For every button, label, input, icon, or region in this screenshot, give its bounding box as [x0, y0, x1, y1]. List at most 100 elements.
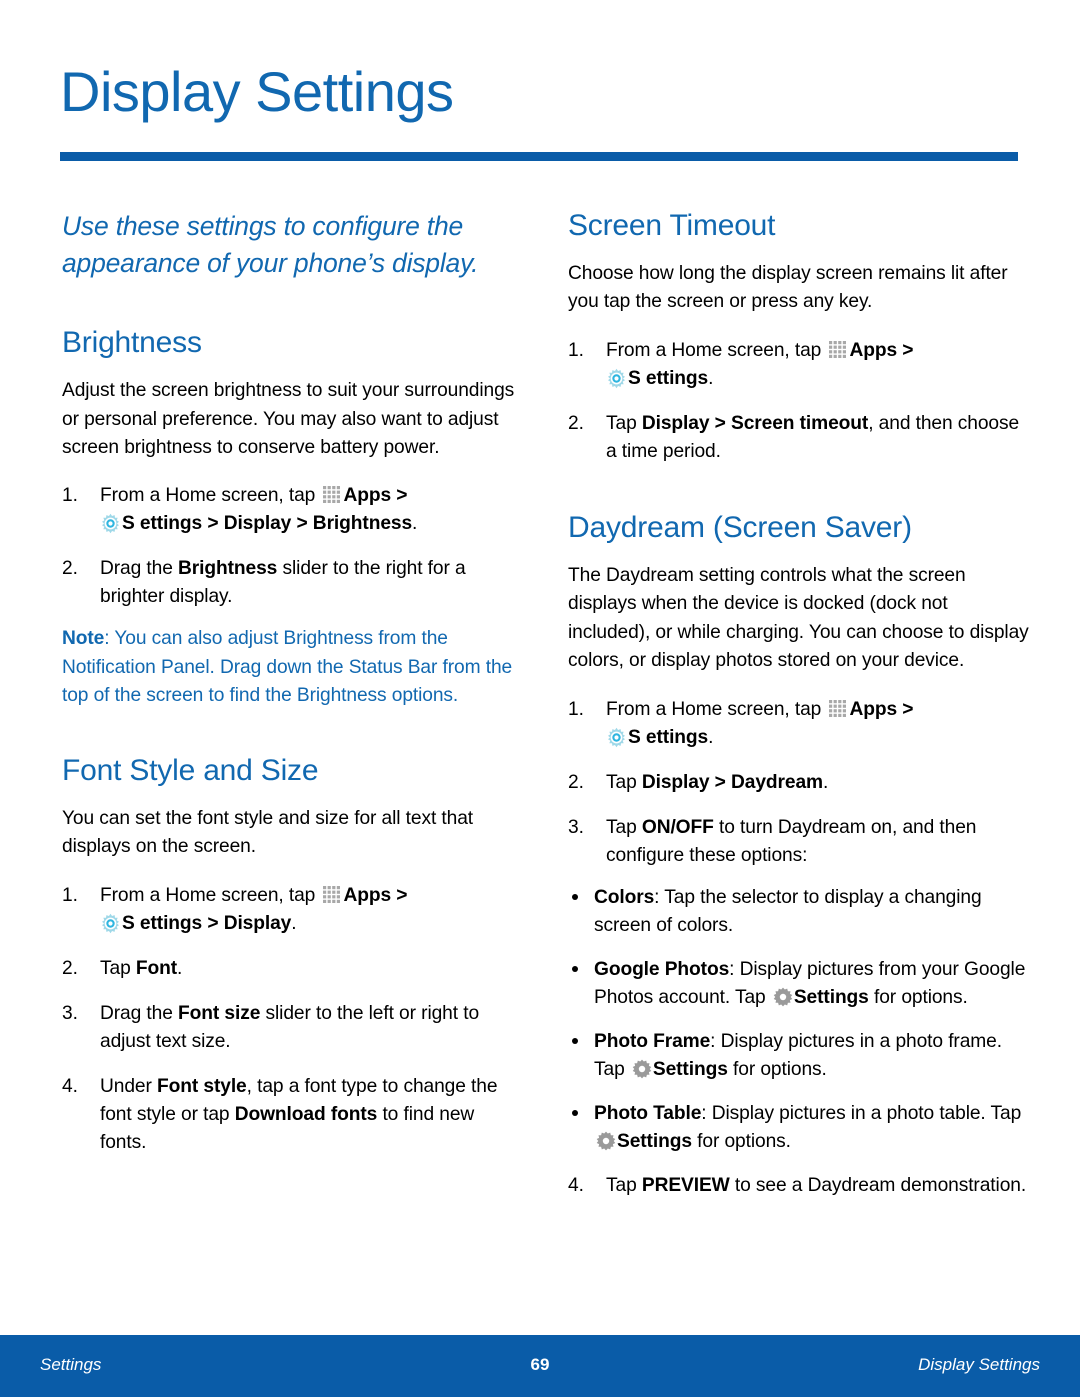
step-item: 2. Drag the Brightness slider to the righ… — [62, 555, 524, 611]
step-item: 2. Tap Display > Daydream. — [568, 769, 1030, 797]
step-text: Tap — [606, 816, 642, 838]
intro-paragraph: Use these settings to configure the appe… — [62, 211, 479, 278]
apps-label: Apps — [849, 339, 898, 361]
footer-topic-label: Display Settings — [918, 1355, 1040, 1374]
bullet-text: for options. — [727, 1058, 827, 1080]
bullet-dot-icon — [572, 1037, 578, 1044]
step-number: 1. — [62, 884, 78, 906]
step-item: 4. Under Font style, tap a font type to c… — [62, 1073, 524, 1157]
bullet-text: for options. — [868, 986, 968, 1008]
step-item: 1. From a Home screen, tap Apps > S ettin… — [568, 696, 1030, 752]
font-style-steps: 1. From a Home screen, tap Apps > S ettin… — [62, 882, 524, 1157]
bullet-label: Colors — [594, 886, 655, 908]
apps-label: Apps — [849, 698, 898, 720]
screen-timeout-steps: 1. From a Home screen, tap Apps > S ettin… — [568, 337, 1030, 466]
step-text: Tap — [606, 1174, 642, 1196]
heading-font-style-and-size: Font Style and Size — [62, 753, 319, 787]
heading-brightness: Brightness — [62, 326, 202, 360]
step-bold: Display > Screen timeout — [641, 412, 869, 434]
step-number: 3. — [62, 1002, 78, 1024]
step-number: 4. — [62, 1075, 78, 1097]
note-text: : You can also adjust Brightness from th… — [62, 628, 513, 707]
step-bold: Font — [135, 957, 178, 979]
bullet-text: for options. — [691, 1130, 791, 1152]
bullet-label: Photo Frame — [594, 1030, 711, 1052]
step-bold: PREVIEW — [641, 1174, 730, 1196]
step-number: 1. — [568, 698, 584, 720]
settings-gear-gray-icon — [632, 1059, 652, 1079]
step-text: Tap — [606, 771, 642, 793]
bullet-label: Photo Table — [594, 1102, 702, 1124]
step-item: 2. Tap Font. — [62, 955, 524, 983]
step-number: 2. — [62, 957, 78, 979]
daydream-steps-part2: 4. Tap PREVIEW to see a Daydream demonstr… — [568, 1172, 1030, 1200]
heading-daydream: Daydream (Screen Saver) — [568, 510, 912, 544]
apps-label: Apps — [343, 884, 392, 906]
font-style-body: You can set the font style and size for … — [62, 807, 474, 858]
settings-label: S ettings — [122, 513, 203, 535]
step-bold: Brightness — [178, 558, 278, 580]
step-bold: ON/OFF — [641, 816, 714, 838]
step-number: 1. — [62, 485, 78, 507]
list-item: Colors: Tap the selector to display a ch… — [568, 884, 1030, 940]
step-item: 2. Tap Display > Screen timeout, and then… — [568, 410, 1030, 466]
title-divider — [60, 152, 1018, 161]
apps-grid-icon — [322, 485, 342, 505]
settings-label: S ettings — [628, 367, 709, 389]
list-item: Photo Frame: Display pictures in a photo… — [568, 1028, 1030, 1084]
bullet-label: Google Photos — [594, 958, 730, 980]
step-bold: Font style — [157, 1075, 247, 1097]
settings-gear-icon — [606, 368, 627, 389]
note-label: Note — [62, 628, 105, 650]
step-item: 1. From a Home screen, tap Apps > S ettin… — [62, 482, 524, 538]
list-item: Google Photos: Display pictures from you… — [568, 956, 1030, 1012]
bullet-dot-icon — [572, 1109, 578, 1116]
step-end: . — [708, 726, 714, 748]
list-item: Photo Table: Display pictures in a photo… — [568, 1100, 1030, 1156]
step-path: > Display — [202, 912, 292, 934]
step-separator: > — [391, 485, 408, 507]
step-item: 4. Tap PREVIEW to see a Daydream demonstr… — [568, 1172, 1030, 1200]
right-column: Screen Timeout Choose how long the displ… — [568, 208, 1030, 1200]
bullet-dot-icon — [572, 893, 578, 900]
bullet-dot-icon — [572, 965, 578, 972]
step-bold: Download fonts — [234, 1103, 378, 1125]
step-item: 3. Drag the Font size slider to the left … — [62, 1000, 524, 1056]
step-text: Drag the — [100, 1002, 179, 1024]
apps-label: Apps — [343, 485, 392, 507]
gear-settings-label: Settings — [652, 1058, 728, 1080]
step-number: 1. — [568, 339, 584, 361]
step-text: to see a Daydream demonstration. — [729, 1174, 1027, 1196]
step-item: 3. Tap ON/OFF to turn Daydream on, and th… — [568, 814, 1030, 870]
step-separator: > — [897, 698, 914, 720]
settings-label: S ettings — [628, 726, 709, 748]
step-number: 2. — [568, 771, 584, 793]
step-item: 1. From a Home screen, tap Apps > S ettin… — [62, 882, 524, 938]
gear-settings-label: Settings — [793, 986, 869, 1008]
daydream-body: The Daydream setting controls what the s… — [568, 564, 1029, 672]
step-number: 3. — [568, 816, 584, 838]
brightness-steps: 1. From a Home screen, tap Apps > S ettin… — [62, 482, 524, 611]
step-text: Tap — [606, 412, 642, 434]
step-end: . — [291, 912, 297, 934]
step-bold: Display > Daydream — [641, 771, 823, 793]
screen-timeout-body: Choose how long the display screen remai… — [568, 263, 1008, 313]
page-footer: Settings 69 Display Settings — [0, 1335, 1080, 1397]
step-text: Drag the — [100, 558, 179, 580]
bullet-text: : Display pictures in a photo table. Tap — [701, 1102, 1022, 1124]
settings-gear-icon — [606, 727, 627, 748]
daydream-options-wrap: Colors: Tap the selector to display a ch… — [568, 884, 1030, 1156]
step-item: 1. From a Home screen, tap Apps > S ettin… — [568, 337, 1030, 393]
step-text: . — [177, 957, 183, 979]
step-text: From a Home screen, tap — [100, 485, 321, 507]
settings-gear-gray-icon — [596, 1131, 616, 1151]
step-number: 4. — [568, 1174, 584, 1196]
brightness-body: Adjust the screen brightness to suit you… — [62, 380, 515, 458]
document-page: Display Settings Use these settings to c… — [0, 0, 1080, 1397]
apps-grid-icon — [828, 340, 848, 360]
step-end: . — [412, 513, 418, 535]
daydream-steps-part1: 1. From a Home screen, tap Apps > S ettin… — [568, 696, 1030, 870]
settings-gear-icon — [100, 913, 121, 934]
step-separator: > — [391, 884, 408, 906]
step-text: . — [822, 771, 829, 793]
